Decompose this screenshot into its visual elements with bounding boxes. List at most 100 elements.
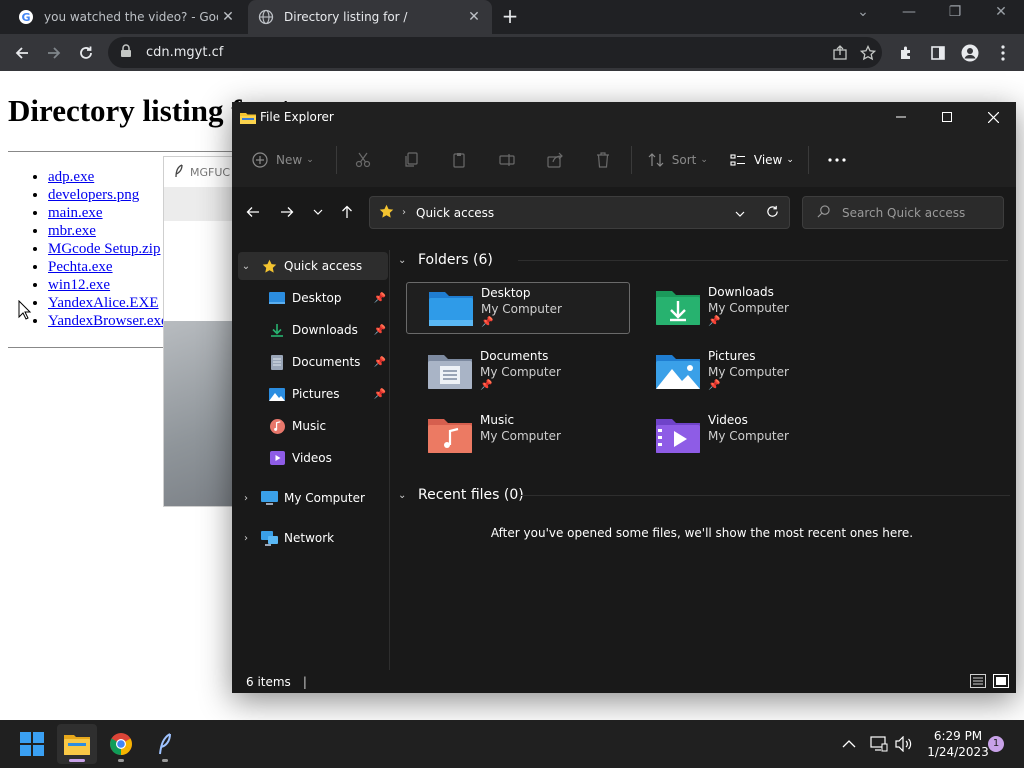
restore-icon[interactable]: ❐ — [940, 4, 970, 20]
close-window-icon[interactable]: ✕ — [986, 4, 1016, 20]
bookmark-star-icon[interactable] — [854, 44, 882, 61]
tab-search-icon[interactable]: ⌄ — [848, 4, 878, 20]
explorer-address-bar[interactable]: › Quick access — [369, 196, 790, 229]
refresh-icon[interactable] — [766, 205, 779, 221]
nav-item-quick-access[interactable]: ⌄ Quick access — [238, 252, 388, 280]
notification-badge[interactable]: 1 — [988, 736, 1004, 752]
side-panel-icon[interactable] — [925, 40, 951, 66]
address-dropdown-chevron-icon[interactable] — [735, 206, 745, 220]
start-button[interactable] — [12, 724, 52, 764]
minimize-icon[interactable]: — — [894, 4, 924, 20]
minimize-icon[interactable] — [878, 102, 924, 132]
explorer-nav-pane: ⌄ Quick access Desktop 📌 Downloads 📌 Doc… — [232, 250, 390, 670]
nav-item-desktop[interactable]: Desktop 📌 — [238, 284, 388, 312]
file-link[interactable]: Pechta.exe — [48, 259, 113, 275]
explorer-titlebar[interactable]: File Explorer — [232, 102, 1016, 132]
file-link[interactable]: developers.png — [48, 187, 139, 203]
menu-kebab-icon[interactable] — [990, 40, 1016, 66]
browser-tab-directory[interactable]: Directory listing for / ✕ — [248, 0, 492, 34]
nav-item-music[interactable]: Music — [238, 412, 388, 440]
folder-tile-music[interactable]: Music My Computer — [406, 410, 630, 462]
paste-button[interactable] — [449, 150, 469, 170]
background-app-window[interactable]: MGFUC — [163, 156, 243, 507]
taskbar-chrome[interactable] — [101, 724, 141, 764]
large-icons-view-icon[interactable] — [993, 674, 1009, 691]
pin-icon[interactable]: 📌 — [374, 325, 386, 336]
share-button[interactable] — [545, 150, 565, 170]
background-window-titlebar[interactable]: MGFUC — [164, 157, 242, 187]
share-icon[interactable] — [826, 44, 854, 61]
list-item: win12.exe — [48, 276, 168, 294]
rename-button[interactable] — [497, 150, 517, 170]
folders-section-header[interactable]: ⌄ Folders (6) — [398, 251, 1008, 269]
collapse-chevron-icon[interactable]: ⌄ — [398, 490, 414, 501]
url-text[interactable]: cdn.mgyt.cf — [146, 45, 826, 60]
recent-files-section-header[interactable]: ⌄ Recent files (0) — [398, 486, 1010, 504]
close-tab-icon[interactable]: ✕ — [218, 9, 238, 25]
new-tab-button[interactable]: + — [498, 5, 522, 29]
pin-icon[interactable]: 📌 — [374, 389, 386, 400]
pin-icon[interactable]: 📌 — [374, 357, 386, 368]
forward-arrow-icon[interactable] — [275, 202, 299, 222]
nav-item-my-computer[interactable]: › My Computer — [238, 484, 388, 512]
network-status-icon[interactable] — [870, 720, 888, 768]
forward-icon[interactable] — [41, 40, 67, 66]
profile-icon[interactable] — [957, 40, 983, 66]
taskbar-feather-app[interactable] — [145, 724, 185, 764]
file-link[interactable]: YandexAlice.EXE — [48, 295, 159, 311]
folder-tile-downloads[interactable]: Downloads My Computer 📌 — [634, 282, 858, 334]
details-view-icon[interactable] — [970, 674, 986, 691]
taskbar-file-explorer[interactable] — [57, 724, 97, 764]
file-explorer-window[interactable]: File Explorer New ⌄ Sort ⌄ View ⌄ › Quic… — [232, 102, 1016, 693]
address-bar[interactable]: cdn.mgyt.cf — [108, 37, 882, 68]
file-link[interactable]: mbr.exe — [48, 223, 96, 239]
see-more-button[interactable] — [827, 150, 847, 170]
folder-icon — [64, 735, 90, 755]
running-app-indicator — [118, 759, 124, 762]
view-button[interactable]: View ⌄ — [728, 150, 794, 170]
recent-locations-chevron-icon[interactable] — [306, 202, 330, 222]
copy-button[interactable] — [401, 150, 421, 170]
address-location[interactable]: Quick access — [416, 206, 494, 220]
back-arrow-icon[interactable] — [241, 202, 265, 222]
new-button[interactable]: New ⌄ — [250, 150, 314, 170]
extensions-icon[interactable] — [893, 40, 919, 66]
lock-icon[interactable] — [120, 43, 134, 62]
computer-icon — [260, 490, 278, 506]
folder-tile-desktop[interactable]: Desktop My Computer 📌 — [406, 282, 630, 334]
browser-tab-google[interactable]: G you watched the video? - Google ✕ — [8, 0, 246, 34]
collapse-chevron-icon[interactable]: ⌄ — [398, 255, 414, 266]
file-link[interactable]: main.exe — [48, 205, 103, 221]
expand-chevron-icon[interactable]: › — [238, 533, 254, 544]
sort-button[interactable]: Sort ⌄ — [646, 150, 708, 170]
nav-item-videos[interactable]: Videos — [238, 444, 388, 472]
nav-item-documents[interactable]: Documents 📌 — [238, 348, 388, 376]
explorer-search-input[interactable]: Search Quick access — [802, 196, 1004, 229]
volume-icon[interactable] — [895, 720, 913, 768]
file-link[interactable]: adp.exe — [48, 169, 94, 185]
recent-empty-message: After you've opened some files, we'll sh… — [490, 526, 914, 540]
star-icon — [379, 204, 394, 222]
expand-chevron-icon[interactable]: › — [238, 493, 254, 504]
back-icon[interactable] — [9, 40, 35, 66]
nav-item-pictures[interactable]: Pictures 📌 — [238, 380, 388, 408]
close-tab-icon[interactable]: ✕ — [464, 9, 484, 25]
delete-button[interactable] — [593, 150, 613, 170]
folder-tile-videos[interactable]: Videos My Computer — [634, 410, 858, 462]
up-arrow-icon[interactable] — [335, 202, 359, 222]
nav-item-network[interactable]: › Network — [238, 524, 388, 552]
nav-item-downloads[interactable]: Downloads 📌 — [238, 316, 388, 344]
close-icon[interactable] — [970, 102, 1016, 132]
cut-button[interactable] — [353, 150, 373, 170]
file-link[interactable]: YandexBrowser.exe — [48, 313, 168, 329]
maximize-icon[interactable] — [924, 102, 970, 132]
reload-icon[interactable] — [73, 40, 99, 66]
show-hidden-icons-chevron-icon[interactable] — [842, 720, 856, 768]
pin-icon[interactable]: 📌 — [374, 293, 386, 304]
file-link[interactable]: MGcode Setup.zip — [48, 241, 160, 257]
folder-tile-pictures[interactable]: Pictures My Computer 📌 — [634, 346, 858, 398]
taskbar-clock[interactable]: 6:29 PM 1/24/2023 — [918, 728, 998, 760]
expand-chevron-icon[interactable]: ⌄ — [238, 261, 254, 272]
folder-tile-documents[interactable]: Documents My Computer 📌 — [406, 346, 630, 398]
file-link[interactable]: win12.exe — [48, 277, 110, 293]
